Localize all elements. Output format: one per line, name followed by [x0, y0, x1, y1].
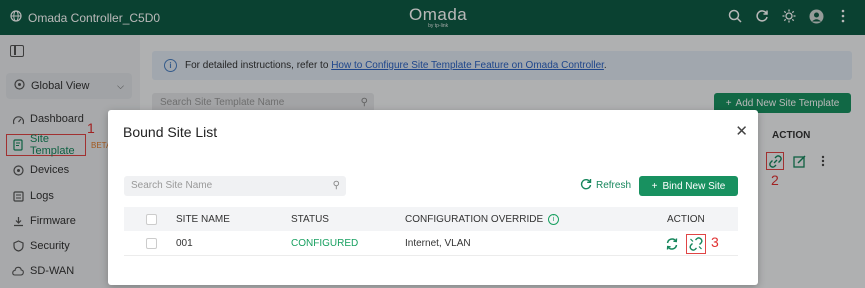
sync-icon[interactable] — [662, 234, 682, 254]
close-icon[interactable]: ✕ — [735, 122, 748, 140]
plus-icon: + — [651, 180, 658, 192]
table-row: 001 CONFIGURED Internet, VLAN — [124, 231, 738, 256]
refresh-icon — [580, 178, 592, 193]
column-action: ACTION — [667, 213, 705, 225]
site-name-cell: 001 — [176, 237, 193, 249]
column-status: STATUS — [291, 213, 329, 225]
site-search-placeholder: Search Site Name — [131, 180, 213, 191]
bind-new-site-label: Bind New Site — [662, 180, 726, 192]
modal-title: Bound Site List — [123, 124, 218, 140]
site-search-input[interactable]: Search Site Name ⚲ — [124, 176, 346, 196]
column-configuration-override: CONFIGURATION OVERRIDE i — [405, 207, 560, 231]
table-header: SITE NAME STATUS CONFIGURATION OVERRIDE … — [124, 207, 738, 231]
search-icon: ⚲ — [332, 180, 340, 191]
bind-new-site-button[interactable]: + Bind New Site — [639, 176, 738, 196]
column-site-name: SITE NAME — [176, 213, 230, 225]
refresh-button[interactable]: Refresh — [580, 178, 631, 193]
info-icon[interactable]: i — [548, 213, 560, 225]
row-checkbox[interactable] — [146, 237, 157, 249]
step-marker-3: 3 — [711, 234, 719, 250]
bound-site-list-modal: Bound Site List ✕ Search Site Name ⚲ Ref… — [108, 110, 758, 285]
unbind-icon[interactable] — [686, 234, 706, 254]
override-cell: Internet, VLAN — [405, 237, 471, 249]
select-all-checkbox[interactable] — [146, 213, 157, 225]
refresh-label: Refresh — [596, 180, 632, 191]
status-cell: CONFIGURED — [291, 237, 359, 249]
column-override-label: CONFIGURATION OVERRIDE — [405, 213, 544, 225]
